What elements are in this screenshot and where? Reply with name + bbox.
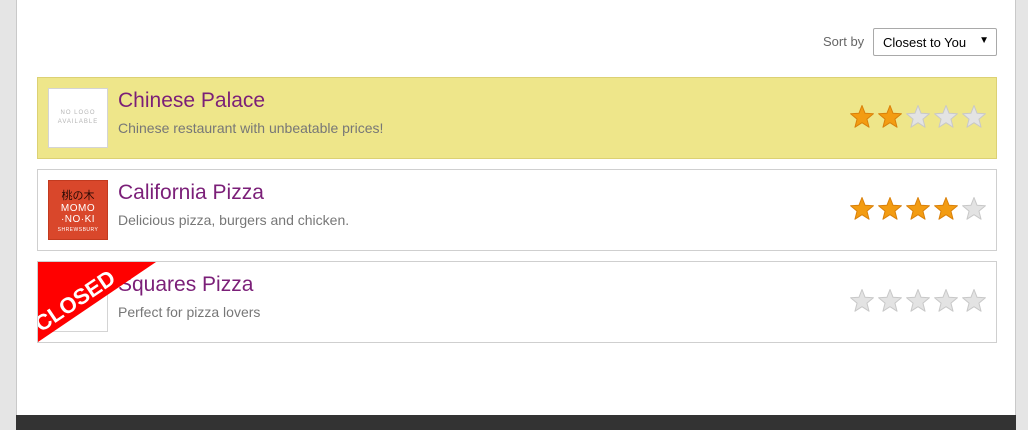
star-rating (850, 196, 990, 222)
star-empty-icon (962, 289, 986, 312)
sort-label: Sort by (823, 34, 865, 49)
star-filled-icon (850, 105, 874, 128)
star-empty-icon (906, 289, 930, 312)
logo-text: ·NO·KI (60, 214, 96, 225)
star-empty-icon (934, 105, 958, 128)
star-rating (850, 104, 990, 130)
restaurant-logo-momo-no-ki: 桃の木 MOMO ·NO·KI SHREWSBURY (48, 180, 108, 240)
no-logo-text: NO LOGO (60, 110, 96, 116)
star-empty-icon (878, 289, 902, 312)
star-filled-icon (906, 197, 930, 220)
star-rating-svg (850, 197, 986, 220)
restaurant-description: Delicious pizza, burgers and chicken. (118, 212, 350, 228)
star-empty-icon (934, 289, 958, 312)
star-rating-svg (850, 289, 986, 312)
footer-bar (16, 415, 1016, 430)
restaurant-description: Perfect for pizza lovers (118, 304, 261, 320)
star-empty-icon (850, 289, 874, 312)
restaurant-description: Chinese restaurant with unbeatable price… (118, 120, 384, 136)
logo-text: MOMO (60, 203, 96, 214)
sort-select-value: Closest to You (883, 35, 967, 50)
restaurant-logo-placeholder (48, 272, 108, 332)
restaurant-row-california-pizza[interactable]: 桃の木 MOMO ·NO·KI SHREWSBURY California Pi… (37, 169, 997, 251)
star-filled-icon (850, 197, 874, 220)
no-logo-text: AVAILABLE (57, 119, 99, 125)
star-filled-icon (878, 197, 902, 220)
logo-text: SHREWSBURY (57, 227, 99, 233)
star-empty-icon (962, 197, 986, 220)
star-filled-icon (878, 105, 902, 128)
restaurant-name[interactable]: Squares Pizza (118, 273, 253, 297)
restaurant-name[interactable]: California Pizza (118, 181, 264, 205)
sort-select[interactable]: Closest to You ▼ (873, 28, 997, 56)
star-filled-icon (934, 197, 958, 220)
restaurant-name[interactable]: Chinese Palace (118, 89, 265, 113)
restaurant-logo-placeholder: NO LOGO AVAILABLE (48, 88, 108, 148)
star-rating (850, 288, 990, 314)
dropdown-arrow-icon: ▼ (979, 35, 989, 46)
star-empty-icon (962, 105, 986, 128)
star-empty-icon (906, 105, 930, 128)
star-rating-svg (850, 105, 986, 128)
restaurant-row-chinese-palace[interactable]: NO LOGO AVAILABLE Chinese Palace Chinese… (37, 77, 997, 159)
logo-text: 桃の木 (61, 190, 95, 202)
restaurant-row-squares-pizza[interactable]: Squares Pizza Perfect for pizza lovers C… (37, 261, 997, 343)
